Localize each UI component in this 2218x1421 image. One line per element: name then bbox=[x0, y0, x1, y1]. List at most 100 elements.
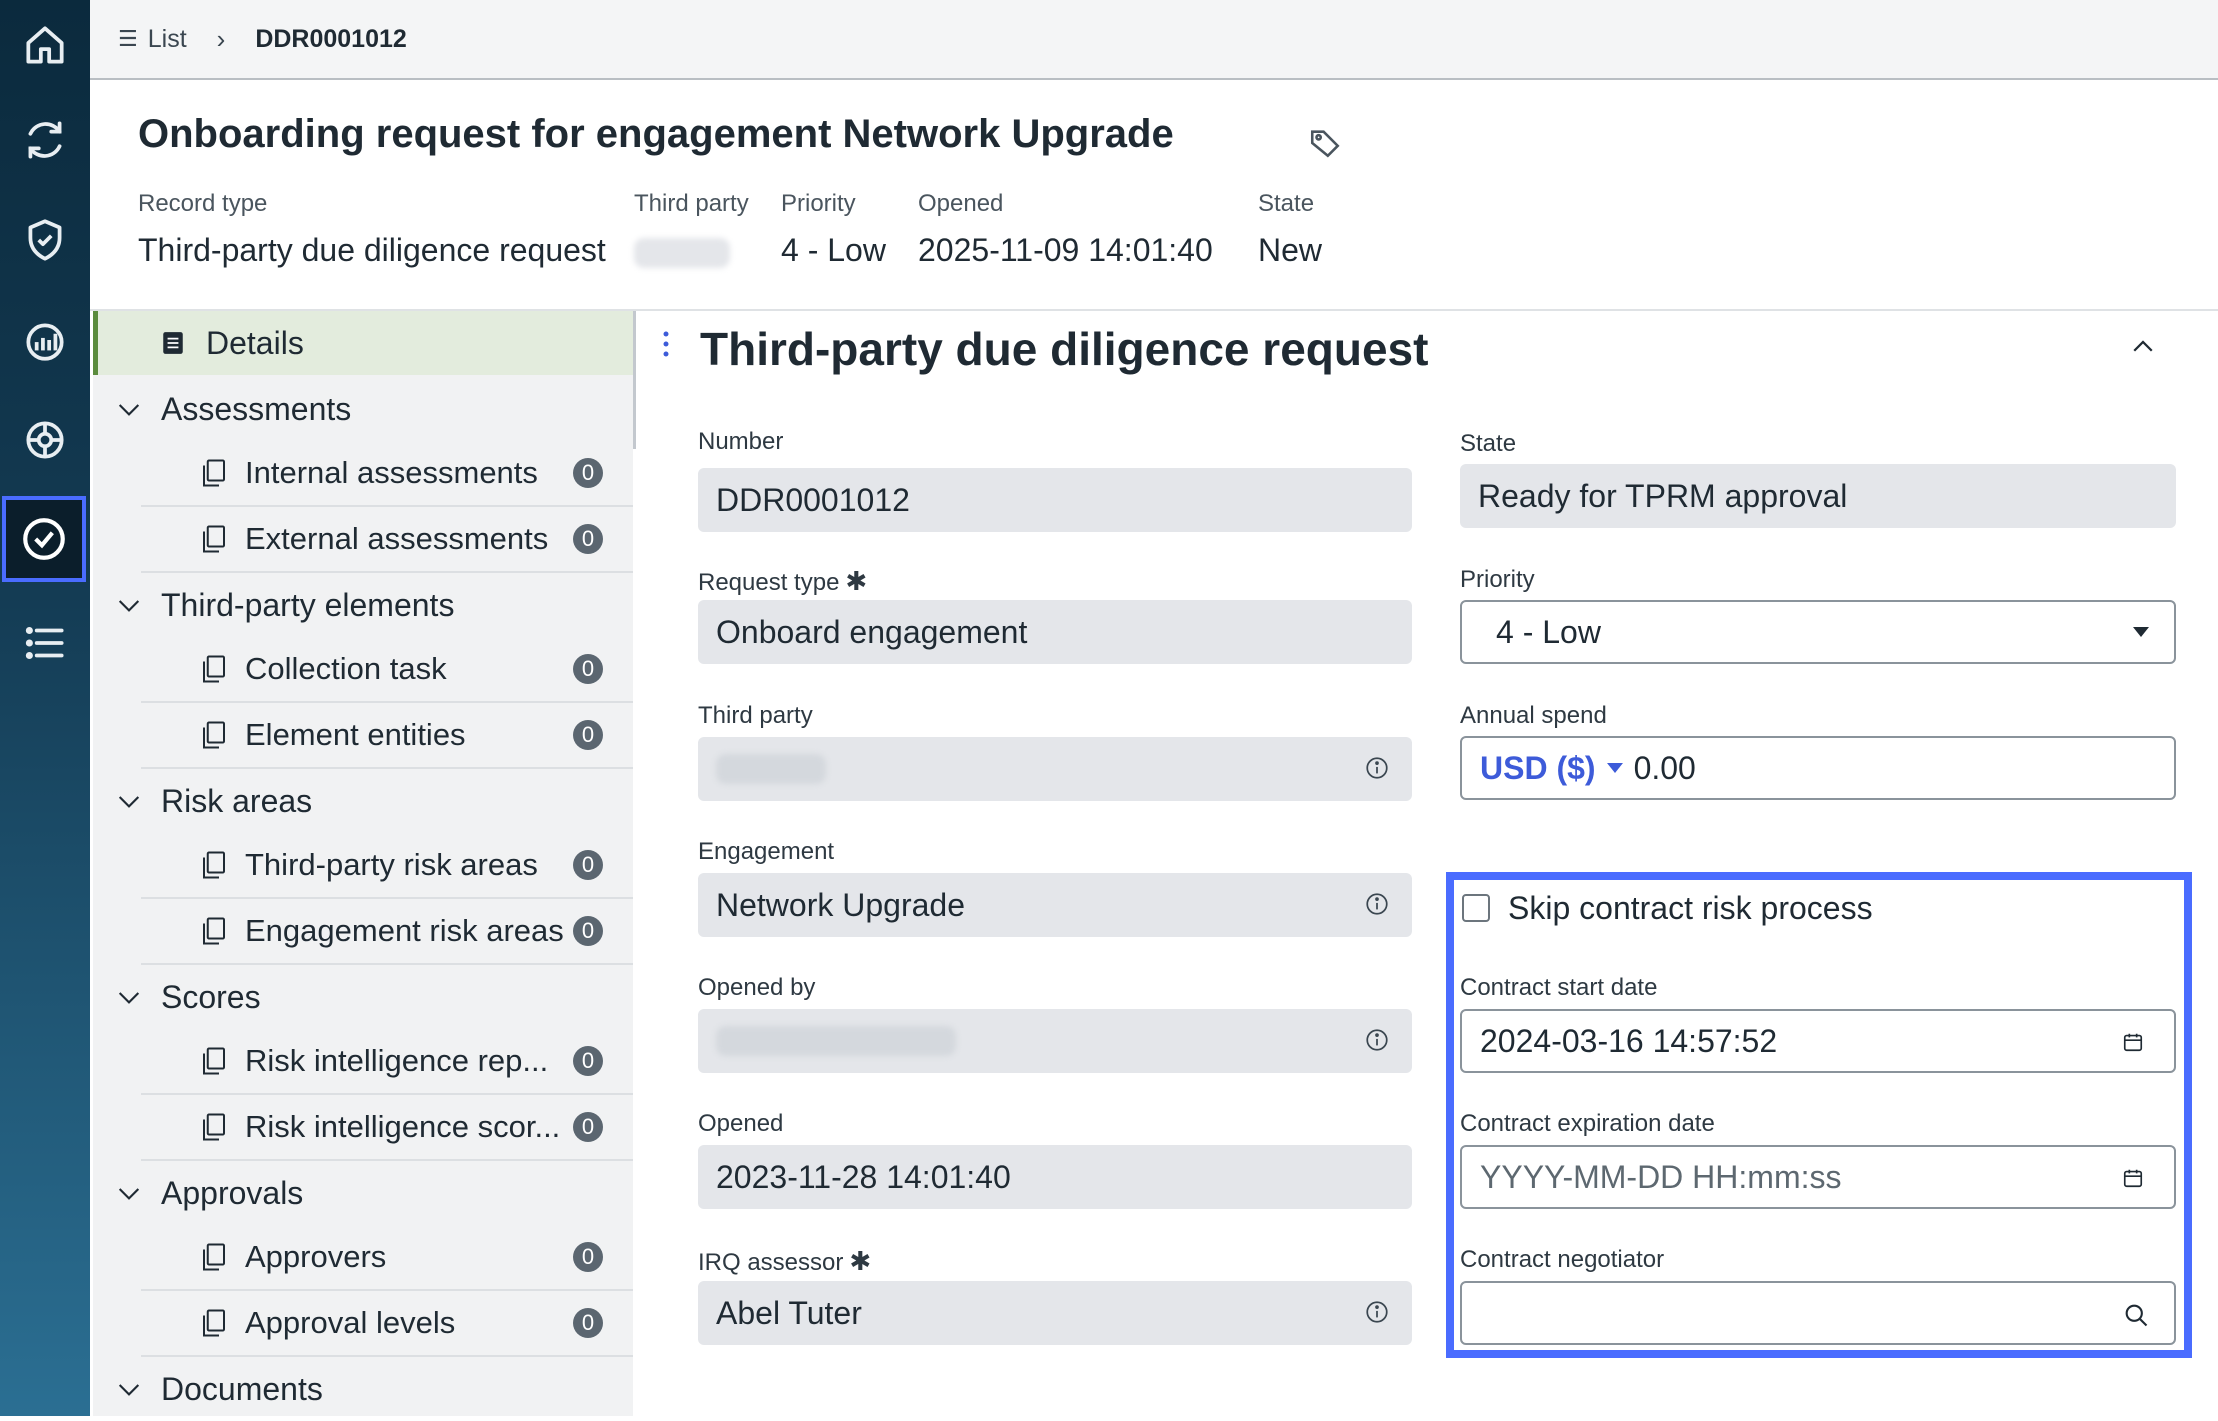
state-field: Ready for TPRM approval bbox=[1460, 464, 2176, 528]
document-icon bbox=[203, 721, 225, 749]
opened-by-field bbox=[698, 1009, 1412, 1073]
count-badge: 0 bbox=[573, 720, 603, 750]
contract-negotiator-field[interactable] bbox=[1460, 1281, 2176, 1345]
nav-item-approval-levels[interactable]: Approval levels 0 bbox=[141, 1291, 633, 1357]
request-type-field: Onboard engagement bbox=[698, 600, 1412, 664]
skip-contract-label[interactable]: Skip contract risk process bbox=[1508, 890, 1873, 927]
count-badge: 0 bbox=[573, 850, 603, 880]
annual-spend-value[interactable]: 0.00 bbox=[1634, 750, 1696, 787]
irq-assessor-field: Abel Tuter bbox=[698, 1281, 1412, 1345]
annual-spend-label: Annual spend bbox=[1460, 702, 1607, 729]
chevron-down-icon bbox=[118, 1188, 140, 1200]
nav-item-element-entities[interactable]: Element entities 0 bbox=[141, 703, 633, 769]
opened-field: 2023-11-28 14:01:40 bbox=[698, 1145, 1412, 1209]
contract-expiration-field[interactable]: YYYY-MM-DD HH:mm:ss bbox=[1460, 1145, 2176, 1209]
document-icon bbox=[203, 1113, 225, 1141]
nav-item-collection-task[interactable]: Collection task 0 bbox=[141, 637, 633, 703]
chevron-down-icon bbox=[118, 404, 140, 416]
nav-group-scores[interactable]: Scores bbox=[93, 965, 633, 1029]
document-icon bbox=[203, 525, 225, 553]
info-icon[interactable] bbox=[1364, 755, 1390, 781]
search-icon[interactable] bbox=[2122, 1301, 2150, 1329]
document-icon bbox=[203, 917, 225, 945]
document-icon bbox=[203, 1309, 225, 1337]
info-icon[interactable] bbox=[1364, 1299, 1390, 1325]
irq-assessor-label: IRQ assessor ✱ bbox=[698, 1246, 872, 1276]
nav-group-third-party-elements[interactable]: Third-party elements bbox=[93, 573, 633, 637]
chevron-right-icon: › bbox=[216, 23, 226, 54]
contract-start-field[interactable]: 2024-03-16 14:57:52 bbox=[1460, 1009, 2176, 1073]
skip-contract-checkbox[interactable] bbox=[1462, 894, 1490, 922]
engagement-label: Engagement bbox=[698, 838, 835, 865]
nav-item-external-assessments[interactable]: External assessments 0 bbox=[141, 507, 633, 573]
number-field: DDR0001012 bbox=[698, 468, 1412, 532]
request-type-label: Request type ✱ bbox=[698, 566, 868, 596]
check-circle-icon[interactable] bbox=[2, 496, 86, 582]
nav-group-documents[interactable]: Documents bbox=[93, 1357, 633, 1421]
opened-by-label: Opened by bbox=[698, 974, 816, 1001]
meta-third-party: Third party bbox=[634, 190, 749, 269]
contract-negotiator-label: Contract negotiator bbox=[1460, 1246, 1665, 1273]
breadcrumb-list-link[interactable]: ☰ List bbox=[118, 25, 187, 54]
priority-label: Priority bbox=[1460, 566, 1535, 593]
caret-down-icon bbox=[1606, 763, 1623, 773]
tag-icon[interactable] bbox=[1308, 126, 1342, 160]
list-icon[interactable] bbox=[0, 598, 90, 688]
home-icon[interactable] bbox=[0, 0, 90, 90]
nav-details[interactable]: Details bbox=[93, 311, 633, 375]
nav-item-engagement-risk-areas[interactable]: Engagement risk areas 0 bbox=[141, 899, 633, 965]
list-lines-icon: ☰ bbox=[118, 26, 138, 51]
chevron-down-icon bbox=[118, 992, 140, 1004]
breadcrumb: ☰ List › DDR0001012 bbox=[90, 0, 2218, 80]
nav-item-internal-assessments[interactable]: Internal assessments 0 bbox=[141, 441, 633, 507]
contract-start-label: Contract start date bbox=[1460, 974, 1658, 1001]
count-badge: 0 bbox=[573, 458, 603, 488]
nav-item-risk-intelligence-reports[interactable]: Risk intelligence rep... 0 bbox=[141, 1029, 633, 1095]
document-icon bbox=[203, 655, 225, 683]
count-badge: 0 bbox=[573, 1046, 603, 1076]
nav-group-risk-areas[interactable]: Risk areas bbox=[93, 769, 633, 833]
info-icon[interactable] bbox=[1364, 891, 1390, 917]
shield-check-icon[interactable] bbox=[0, 195, 90, 285]
nav-item-third-party-risk-areas[interactable]: Third-party risk areas 0 bbox=[141, 833, 633, 899]
annual-spend-field[interactable]: USD ($) 0.00 bbox=[1460, 736, 2176, 800]
nav-group-approvals[interactable]: Approvals bbox=[93, 1161, 633, 1225]
priority-select[interactable]: 4 - Low bbox=[1460, 600, 2176, 664]
chevron-down-icon bbox=[118, 600, 140, 612]
document-list-icon bbox=[163, 332, 183, 354]
third-party-field bbox=[698, 737, 1412, 801]
nav-item-risk-intelligence-scores[interactable]: Risk intelligence scor... 0 bbox=[141, 1095, 633, 1161]
calendar-icon[interactable] bbox=[2122, 1031, 2144, 1053]
currency-select[interactable]: USD ($) bbox=[1480, 750, 1634, 787]
count-badge: 0 bbox=[573, 654, 603, 684]
redacted-value bbox=[716, 754, 826, 784]
record-title: Onboarding request for engagement Networ… bbox=[138, 112, 1174, 156]
document-icon bbox=[203, 851, 225, 879]
dashboard-gauge-icon[interactable] bbox=[0, 295, 90, 385]
nav-scroll-indicator bbox=[633, 311, 636, 449]
document-icon bbox=[203, 459, 225, 487]
required-asterisk: ✱ bbox=[845, 566, 868, 596]
risk-wheel-icon[interactable] bbox=[0, 395, 90, 485]
more-actions-icon[interactable] bbox=[662, 330, 670, 360]
refresh-icon[interactable] bbox=[0, 95, 90, 185]
chevron-down-icon bbox=[118, 1384, 140, 1396]
app-nav-rail bbox=[0, 0, 90, 1416]
number-label: Number bbox=[698, 428, 784, 455]
count-badge: 0 bbox=[573, 524, 603, 554]
chevron-up-icon[interactable] bbox=[2128, 332, 2158, 362]
document-icon bbox=[203, 1243, 225, 1271]
info-icon[interactable] bbox=[1364, 1027, 1390, 1053]
contract-expiration-label: Contract expiration date bbox=[1460, 1110, 1715, 1137]
related-list-nav: Details Assessments Internal assessments… bbox=[93, 311, 633, 1416]
count-badge: 0 bbox=[573, 1308, 603, 1338]
meta-priority: Priority 4 - Low bbox=[781, 190, 886, 268]
breadcrumb-current: DDR0001012 bbox=[255, 24, 407, 53]
nav-item-approvers[interactable]: Approvers 0 bbox=[141, 1225, 633, 1291]
opened-label: Opened bbox=[698, 1110, 784, 1137]
nav-group-assessments[interactable]: Assessments bbox=[93, 377, 633, 441]
meta-record-type: Record type Third-party due diligence re… bbox=[138, 190, 606, 268]
form-section-title: Third-party due diligence request bbox=[700, 323, 1429, 375]
count-badge: 0 bbox=[573, 916, 603, 946]
calendar-icon[interactable] bbox=[2122, 1167, 2144, 1189]
